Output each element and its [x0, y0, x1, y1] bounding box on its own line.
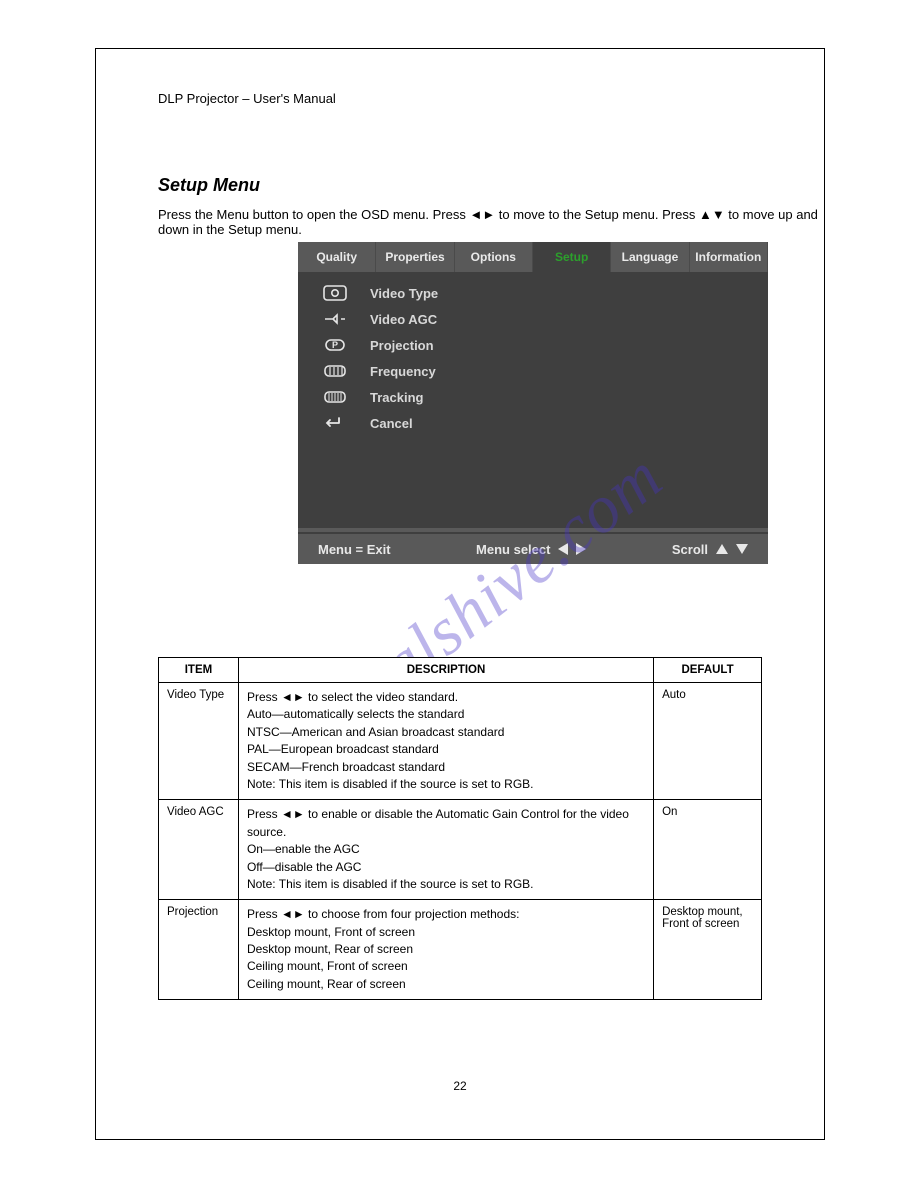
- osd-item-frequency[interactable]: Frequency: [314, 358, 752, 384]
- arrow-down-icon: [736, 544, 748, 554]
- table-header-item: ITEM: [159, 658, 239, 683]
- video-type-icon: [322, 284, 348, 302]
- osd-footer: Menu = Exit Menu select Scroll: [298, 534, 768, 564]
- table-header-default: DEFAULT: [654, 658, 762, 683]
- table-cell-desc: Press ◄► to enable or disable the Automa…: [238, 800, 653, 900]
- doc-title: DLP Projector – User's Manual: [158, 91, 336, 106]
- osd-item-projection[interactable]: P Projection: [314, 332, 752, 358]
- arrow-right-icon: [576, 543, 586, 555]
- table-header-row: ITEM DESCRIPTION DEFAULT: [159, 658, 762, 683]
- tab-properties[interactable]: Properties: [376, 242, 454, 272]
- osd-screenshot: Quality Properties Options Setup Languag…: [298, 242, 768, 564]
- osd-item-label: Video Type: [370, 286, 438, 301]
- osd-item-video-agc[interactable]: Video AGC: [314, 306, 752, 332]
- osd-item-tracking[interactable]: Tracking: [314, 384, 752, 410]
- table-cell-default: Desktop mount, Front of screen: [654, 900, 762, 1000]
- table-row: Video AGC Press ◄► to enable or disable …: [159, 800, 762, 900]
- osd-footer-mid-label: Menu select: [476, 542, 550, 557]
- osd-footer-right-label: Scroll: [672, 542, 708, 557]
- table-cell-item: Video Type: [159, 683, 239, 800]
- table-header-desc: DESCRIPTION: [238, 658, 653, 683]
- projection-icon: P: [322, 336, 348, 354]
- table-cell-default: Auto: [654, 683, 762, 800]
- section-heading: Setup Menu: [158, 175, 260, 196]
- settings-table: ITEM DESCRIPTION DEFAULT Video Type Pres…: [158, 657, 762, 1000]
- video-agc-icon: [322, 310, 348, 328]
- tab-information[interactable]: Information: [690, 242, 768, 272]
- osd-item-label: Video AGC: [370, 312, 437, 327]
- arrow-up-icon: [716, 544, 728, 554]
- arrow-left-icon: [558, 543, 568, 555]
- table-cell-item: Video AGC: [159, 800, 239, 900]
- table-row: Projection Press ◄► to choose from four …: [159, 900, 762, 1000]
- table-cell-default: On: [654, 800, 762, 900]
- osd-item-cancel[interactable]: Cancel: [314, 410, 752, 436]
- table-cell-desc: Press ◄► to select the video standard.Au…: [238, 683, 653, 800]
- tracking-icon: [322, 388, 348, 406]
- osd-item-label: Frequency: [370, 364, 436, 379]
- table-row: Video Type Press ◄► to select the video …: [159, 683, 762, 800]
- osd-body: Video Type Video AGC P Projection Freque…: [298, 272, 768, 442]
- tab-options[interactable]: Options: [455, 242, 533, 272]
- osd-item-label: Projection: [370, 338, 434, 353]
- osd-item-label: Tracking: [370, 390, 423, 405]
- tab-quality[interactable]: Quality: [298, 242, 376, 272]
- svg-text:P: P: [332, 340, 338, 350]
- table-cell-desc: Press ◄► to choose from four projection …: [238, 900, 653, 1000]
- osd-footer-left: Menu = Exit: [318, 542, 391, 557]
- page-number: 22: [453, 1079, 466, 1093]
- osd-item-video-type[interactable]: Video Type: [314, 280, 752, 306]
- tab-setup[interactable]: Setup: [533, 242, 611, 272]
- osd-item-label: Cancel: [370, 416, 413, 431]
- cancel-icon: [322, 414, 348, 432]
- frequency-icon: [322, 362, 348, 380]
- osd-tab-bar: Quality Properties Options Setup Languag…: [298, 242, 768, 272]
- section-desc: Press the Menu button to open the OSD me…: [158, 207, 824, 237]
- tab-language[interactable]: Language: [611, 242, 689, 272]
- table-cell-item: Projection: [159, 900, 239, 1000]
- osd-divider: [298, 528, 768, 532]
